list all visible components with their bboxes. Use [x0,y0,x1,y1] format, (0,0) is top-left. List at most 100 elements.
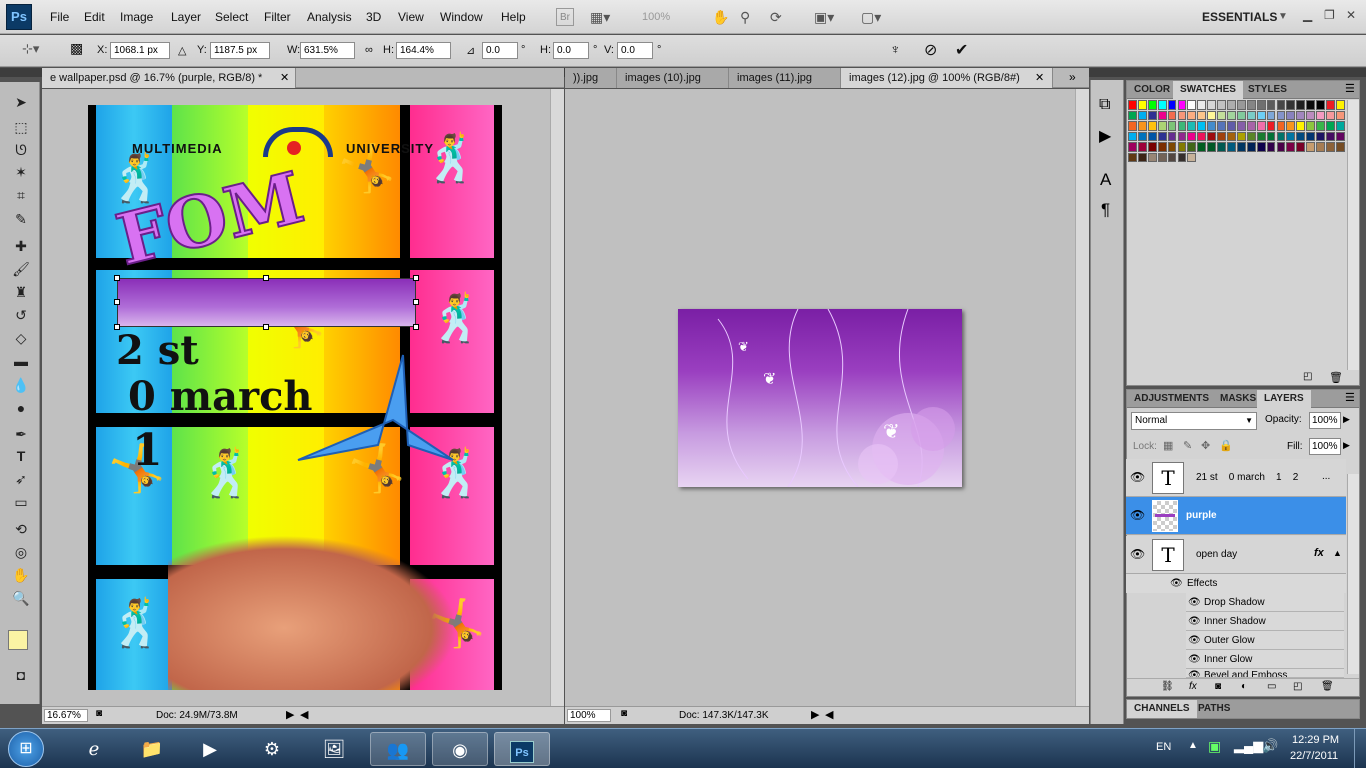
color-swatch[interactable] [1217,100,1226,110]
rotate-view-icon[interactable]: ⟳ [770,8,782,26]
color-swatch[interactable] [1236,142,1246,152]
language-indicator[interactable]: EN [1156,741,1171,753]
hand-tool-icon[interactable]: ✋ [8,565,34,585]
color-swatch[interactable] [1326,142,1335,152]
visibility-eye-icon[interactable]: 👁 [1188,669,1201,677]
actions-panel-icon[interactable]: ▶ [1099,126,1111,146]
menu-view[interactable]: View [398,10,424,24]
scroll-left-icon[interactable]: ◀ [825,708,833,721]
color-swatch[interactable] [1217,142,1226,152]
zoom-tool-icon[interactable]: 🔍 [8,588,34,608]
color-swatch[interactable] [1167,121,1177,131]
fx-badge[interactable]: fx [1314,547,1324,559]
tab-masks[interactable]: MASKS [1213,390,1263,408]
screen-layout-icon[interactable]: ▦▾ [590,8,610,26]
color-swatch[interactable] [1187,110,1197,120]
color-swatch[interactable] [1207,121,1217,131]
swatches-scrollbar[interactable] [1347,100,1359,370]
reference-point-icon[interactable]: ▩ [70,40,83,57]
path-selection-icon[interactable]: ➶ [8,469,34,489]
color-swatch[interactable] [1187,121,1197,131]
visibility-eye-icon[interactable]: 👁 [1188,593,1201,612]
color-swatch[interactable] [1128,131,1137,141]
color-swatch[interactable] [1137,131,1147,141]
color-swatch[interactable] [1326,100,1335,110]
menu-analysis[interactable]: Analysis [307,10,352,24]
color-swatch[interactable] [1128,152,1137,162]
taskbar-app[interactable]: 🖼 [306,732,362,766]
tab-swatches[interactable]: SWATCHES [1173,81,1243,99]
color-swatch[interactable] [1217,121,1226,131]
color-swatch[interactable] [1167,110,1177,120]
doc1-vertical-scrollbar[interactable] [550,89,564,706]
photoshop-logo[interactable]: Ps [6,4,32,30]
eyedropper-tool-icon[interactable]: ✎ [8,209,34,229]
color-swatch[interactable] [1167,100,1177,110]
menu-window[interactable]: Window [440,10,483,24]
paragraph-panel-icon[interactable]: ¶ [1101,200,1110,220]
color-swatch[interactable] [1296,110,1306,120]
color-swatch[interactable] [1335,110,1345,120]
layer-name[interactable]: purple [1186,510,1217,521]
color-swatch[interactable] [1147,142,1157,152]
healing-brush-icon[interactable]: ✚ [8,236,34,256]
marquee-tool-icon[interactable]: ⬚ [8,117,34,137]
poster-artwork[interactable]: 🕺 🤸 🕺 🤸 🕺 🤸 🕺 🤸 🕺 🕺 🤸 MULTIMEDIA UNIVERS… [88,105,502,690]
x-position-field[interactable]: 1068.1 px [110,42,170,59]
color-swatch[interactable] [1246,110,1256,120]
transform-handle[interactable] [263,324,269,330]
color-swatch[interactable] [1197,100,1207,110]
color-swatch[interactable] [1256,131,1266,141]
new-group-icon[interactable]: ▭ [1267,681,1276,692]
rotate-angle-field[interactable]: 0.0 [482,42,518,59]
color-swatch[interactable] [1227,121,1236,131]
color-swatch[interactable] [1276,142,1286,152]
color-swatch[interactable] [1306,131,1316,141]
status-menu-icon[interactable]: ◙ [96,708,102,719]
clone-stamp-icon[interactable]: ♜ [8,282,34,302]
character-panel-icon[interactable]: A [1100,170,1111,190]
color-swatch[interactable] [1187,152,1197,162]
color-swatch[interactable] [1157,110,1167,120]
color-swatch[interactable] [1276,121,1286,131]
warp-mode-icon[interactable]: ♆ [890,41,901,57]
color-swatch[interactable] [1147,110,1157,120]
color-swatch[interactable] [1266,142,1276,152]
zoom-tool-icon[interactable]: ⚲ [740,8,750,26]
menu-image[interactable]: Image [120,10,153,24]
menu-select[interactable]: Select [215,10,248,24]
color-swatch[interactable] [1197,110,1207,120]
color-swatch[interactable] [1266,131,1276,141]
close-icon[interactable]: ✕ [1346,8,1356,22]
transform-handle[interactable] [413,275,419,281]
color-swatch[interactable] [1217,131,1226,141]
transform-handle[interactable] [413,324,419,330]
menu-file[interactable]: File [50,10,69,24]
transform-handle[interactable] [114,299,120,305]
color-swatch[interactable] [1276,100,1286,110]
transform-handle[interactable] [263,275,269,281]
color-swatch[interactable] [1256,100,1266,110]
layers-scrollbar[interactable] [1347,474,1359,674]
color-swatch[interactable] [1306,110,1316,120]
color-swatch[interactable] [1335,100,1345,110]
effect-row[interactable]: 👁 Outer Glow [1186,631,1344,650]
move-tool-preset-icon[interactable]: ⊹▾ [22,41,39,57]
taskbar-media-player[interactable]: ▶ [182,732,238,766]
color-swatch[interactable] [1207,142,1217,152]
eraser-tool-icon[interactable]: ◇ [8,328,34,348]
lasso-tool-icon[interactable]: ᘎ [8,140,34,160]
clock-date[interactable]: 22/7/2011 [1290,750,1338,762]
minimize-icon[interactable]: ▁ [1303,8,1312,22]
color-swatch[interactable] [1335,142,1345,152]
doc2-zoom-field[interactable]: 100% [567,709,611,722]
doc2-tab[interactable]: images (10).jpg [617,68,729,88]
bridge-button[interactable]: Br [556,8,574,26]
history-brush-icon[interactable]: ↺ [8,305,34,325]
quick-mask-icon[interactable]: ◘ [8,665,34,685]
menu-layer[interactable]: Layer [171,10,201,24]
layer-row[interactable]: 👁 T open day fx ▲ [1126,536,1346,574]
workspace-dropdown-icon[interactable]: ▼ [1278,8,1288,26]
width-scale-field[interactable]: 631.5% [300,42,355,59]
color-swatch[interactable] [1236,100,1246,110]
